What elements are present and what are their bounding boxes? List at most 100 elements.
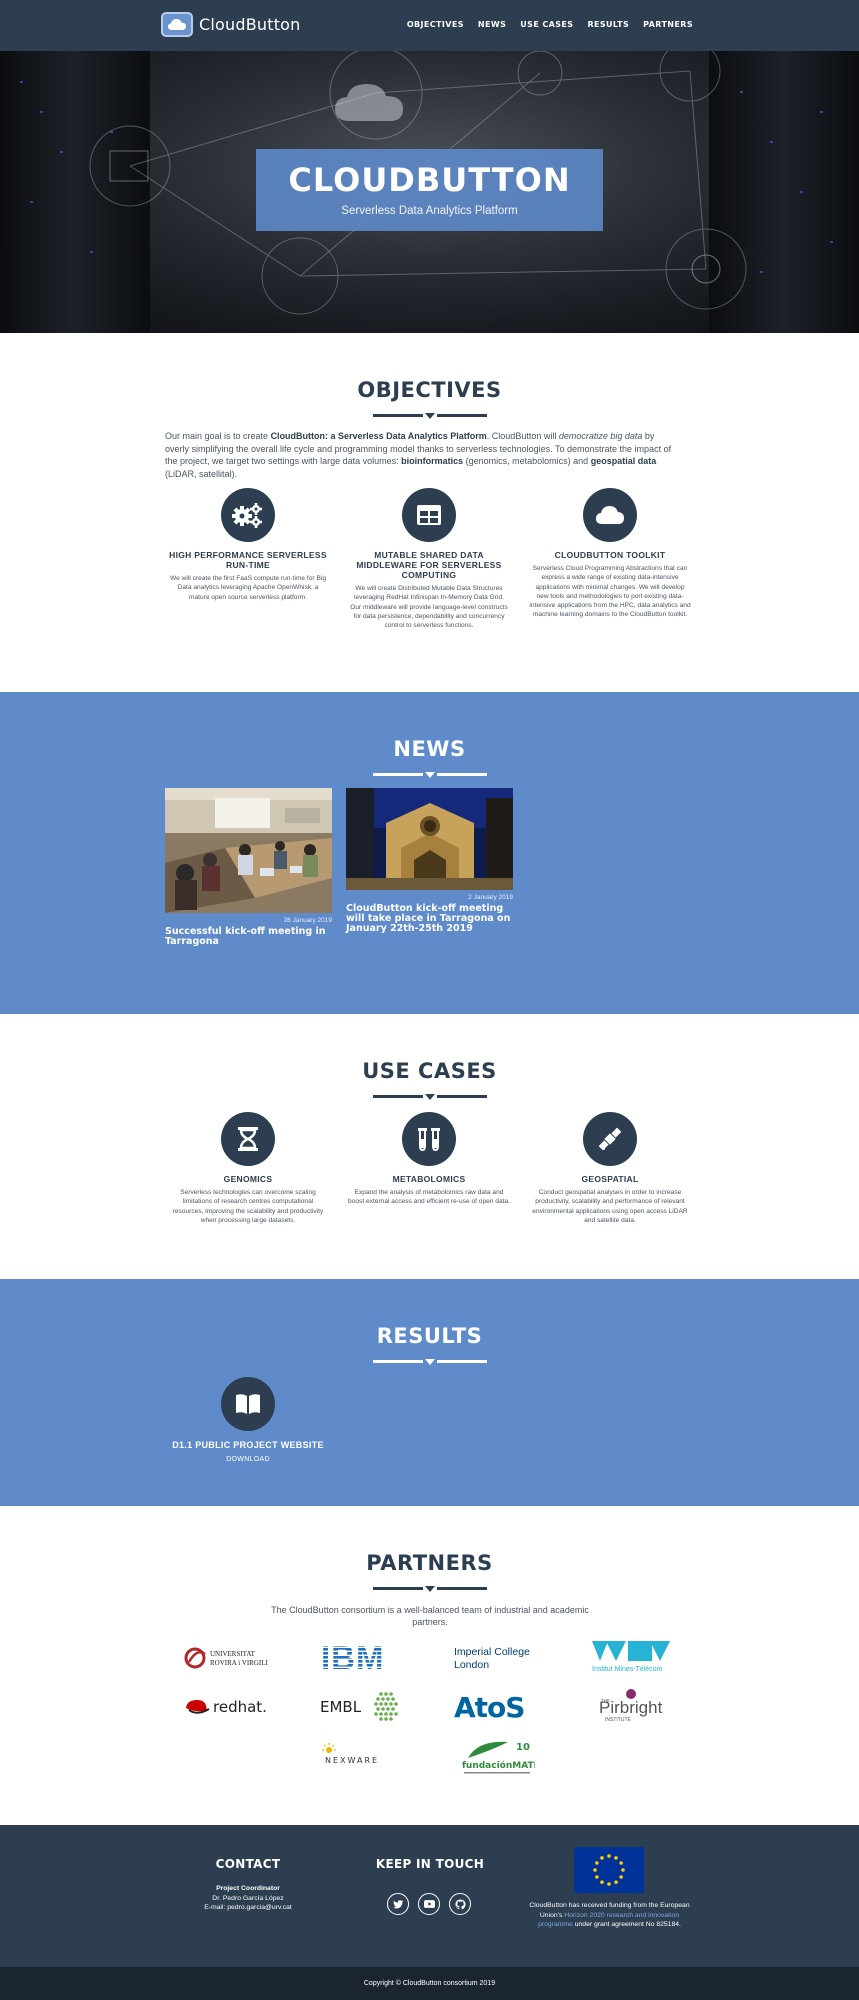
eu-star	[600, 1880, 604, 1884]
contact-info: Project Coordinator Dr. Pedro García Lóp…	[168, 1884, 328, 1913]
results-title: RESULTS	[376, 1324, 483, 1348]
hero-banner: CLOUDBUTTON Serverless Data Analytics Pl…	[0, 51, 859, 333]
hero-subtitle: Serverless Data Analytics Platform	[341, 205, 518, 217]
table-icon	[402, 488, 456, 542]
objective-text: Serverless Cloud Programming Abstraction…	[529, 565, 691, 619]
svg-text:fundaciónMATRIX: fundaciónMATRIX	[462, 1760, 535, 1771]
objective-text: We will create Distributed Mutable Data …	[350, 585, 508, 630]
hero-title: CLOUDBUTTON	[288, 161, 571, 199]
eu-star	[614, 1880, 618, 1884]
hero-title-box: CLOUDBUTTON Serverless Data Analytics Pl…	[256, 149, 603, 231]
use-case-genomics: GENOMICS Serverless technologies can ove…	[165, 1112, 331, 1225]
eu-star	[607, 1854, 611, 1858]
nav-partners[interactable]: PARTNERS	[643, 20, 693, 29]
eu-flag-icon	[574, 1847, 644, 1893]
use-cases-section: USE CASES GENOMICS Serverless technologi…	[0, 1014, 859, 1279]
svg-text:IBM: IBM	[321, 1640, 385, 1674]
nav-use-cases[interactable]: USE CASES	[520, 20, 573, 29]
eu-star	[593, 1868, 597, 1872]
section-divider	[373, 1357, 487, 1367]
results-section: RESULTS D1.1 PUBLIC PROJECT WEBSITE DOWN…	[0, 1279, 859, 1506]
use-case-text: Conduct geospatial analyses in order to …	[532, 1189, 688, 1224]
result-title: D1.1 PUBLIC PROJECT WEBSITE	[172, 1440, 324, 1450]
meeting-room-photo	[165, 788, 332, 913]
news-card[interactable]: 28 January 2019 Successful kick-off meet…	[165, 788, 332, 947]
use-case-metabolomics: METABOLOMICS Expand the analysis of meta…	[346, 1112, 512, 1207]
use-case-title: GEOSPATIAL	[581, 1174, 639, 1184]
eu-star	[614, 1856, 618, 1860]
ibm-logo[interactable]: IBM	[319, 1640, 403, 1674]
keep-in-touch-title: KEEP IN TOUCH	[375, 1857, 485, 1871]
objective-middleware: MUTABLE SHARED DATA MIDDLEWARE FOR SERVE…	[346, 488, 512, 630]
objectives-title: OBJECTIVES	[357, 378, 502, 402]
objective-toolkit: CLOUDBUTTON TOOLKIT Serverless Cloud Pro…	[527, 488, 693, 620]
contact-role: Project Coordinator	[216, 1885, 280, 1892]
objectives-intro: Our main goal is to create CloudButton: …	[165, 431, 672, 479]
svg-text:ROVIRA i VIRGILI: ROVIRA i VIRGILI	[210, 1659, 268, 1667]
redhat-logo[interactable]: redhat.	[183, 1692, 273, 1722]
news-headline[interactable]: Successful kick-off meeting in Tarragona	[165, 927, 332, 947]
news-card[interactable]: 2 January 2019 CloudButton kick-off meet…	[346, 788, 513, 934]
test-tubes-icon	[402, 1112, 456, 1166]
svg-text:redhat.: redhat.	[213, 1698, 267, 1716]
nav-results[interactable]: RESULTS	[587, 20, 629, 29]
youtube-icon[interactable]	[418, 1893, 440, 1915]
nav-objectives[interactable]: OBJECTIVES	[407, 20, 464, 29]
github-icon[interactable]	[449, 1893, 471, 1915]
gears-icon	[221, 488, 275, 542]
svg-text:AtoS: AtoS	[454, 1691, 524, 1724]
objectives-section: OBJECTIVES Our main goal is to create Cl…	[0, 333, 859, 692]
eu-star	[595, 1875, 599, 1879]
news-title: NEWS	[393, 737, 466, 761]
eu-star	[619, 1861, 623, 1865]
hourglass-icon	[221, 1112, 275, 1166]
nav-news[interactable]: NEWS	[478, 20, 506, 29]
atos-logo[interactable]: AtoS	[452, 1688, 542, 1724]
news-date: 28 January 2019	[283, 917, 332, 924]
download-link[interactable]: DOWNLOAD	[165, 1456, 331, 1463]
svg-text:London: London	[454, 1659, 489, 1671]
brand-name: CloudButton	[199, 15, 301, 34]
navbar: CloudButton OBJECTIVES NEWS USE CASES RE…	[0, 0, 859, 51]
contact-title: CONTACT	[215, 1857, 281, 1871]
objective-title: HIGH PERFORMANCE SERVERLESS RUN-TIME	[169, 550, 327, 570]
section-divider	[373, 411, 487, 421]
urv-logo[interactable]: UNIVERSITAT ROVIRA i VIRGILI	[183, 1642, 273, 1674]
twitter-icon[interactable]	[387, 1893, 409, 1915]
imperial-logo[interactable]: Imperial College London	[452, 1642, 542, 1674]
partners-section: PARTNERS The CloudButton consortium is a…	[0, 1506, 859, 1825]
svg-text:INSTITUTE: INSTITUTE	[605, 1717, 631, 1723]
section-divider	[373, 1584, 487, 1594]
use-case-text: Expand the analysis of metabolomics raw …	[348, 1189, 510, 1206]
pirbright-logo[interactable]: THE Pirbright INSTITUTE	[595, 1688, 675, 1724]
contact-name: Dr. Pedro García López	[212, 1894, 284, 1902]
cathedral-photo	[346, 788, 513, 890]
partners-title: PARTNERS	[366, 1551, 493, 1575]
copyright: Copyright © CloudButton consortium 2019	[0, 1967, 859, 2000]
imt-logo[interactable]: Institut Mines-Télécom	[590, 1639, 674, 1675]
nexware-logo[interactable]: NEXWARE	[319, 1742, 403, 1772]
embl-logo[interactable]: EMBL	[319, 1690, 403, 1724]
objective-title: CLOUDBUTTON TOOLKIT	[554, 550, 666, 560]
news-section: NEWS 28 January 2019 Successful kick-off…	[0, 692, 859, 1014]
objective-runtime: HIGH PERFORMANCE SERVERLESS RUN-TIME We …	[165, 488, 331, 602]
eu-star	[607, 1882, 611, 1886]
eu-star	[619, 1875, 623, 1879]
use-case-text: Serverless technologies can overcome sca…	[172, 1189, 324, 1224]
contact-email[interactable]: E-mail: pedro.garcia@urv.cat	[168, 1903, 328, 1913]
cloud-icon	[583, 488, 637, 542]
section-divider	[373, 770, 487, 780]
result-deliverable: D1.1 PUBLIC PROJECT WEBSITE DOWNLOAD	[165, 1377, 331, 1463]
news-headline[interactable]: CloudButton kick-off meeting will take p…	[346, 904, 513, 934]
svg-text:UNIVERSITAT: UNIVERSITAT	[210, 1650, 256, 1658]
fundacion-matrix-logo[interactable]: 10 fundaciónMATRIX	[460, 1736, 535, 1778]
use-cases-title: USE CASES	[362, 1059, 497, 1083]
svg-text:Institut Mines-Télécom: Institut Mines-Télécom	[592, 1666, 663, 1673]
brand-link[interactable]: CloudButton	[161, 12, 301, 37]
eu-star	[595, 1861, 599, 1865]
eu-star	[600, 1856, 604, 1860]
section-divider	[373, 1092, 487, 1102]
objective-title: MUTABLE SHARED DATA MIDDLEWARE FOR SERVE…	[356, 550, 502, 580]
book-icon	[221, 1377, 275, 1431]
footer: CONTACT Project Coordinator Dr. Pedro Ga…	[0, 1825, 859, 1967]
